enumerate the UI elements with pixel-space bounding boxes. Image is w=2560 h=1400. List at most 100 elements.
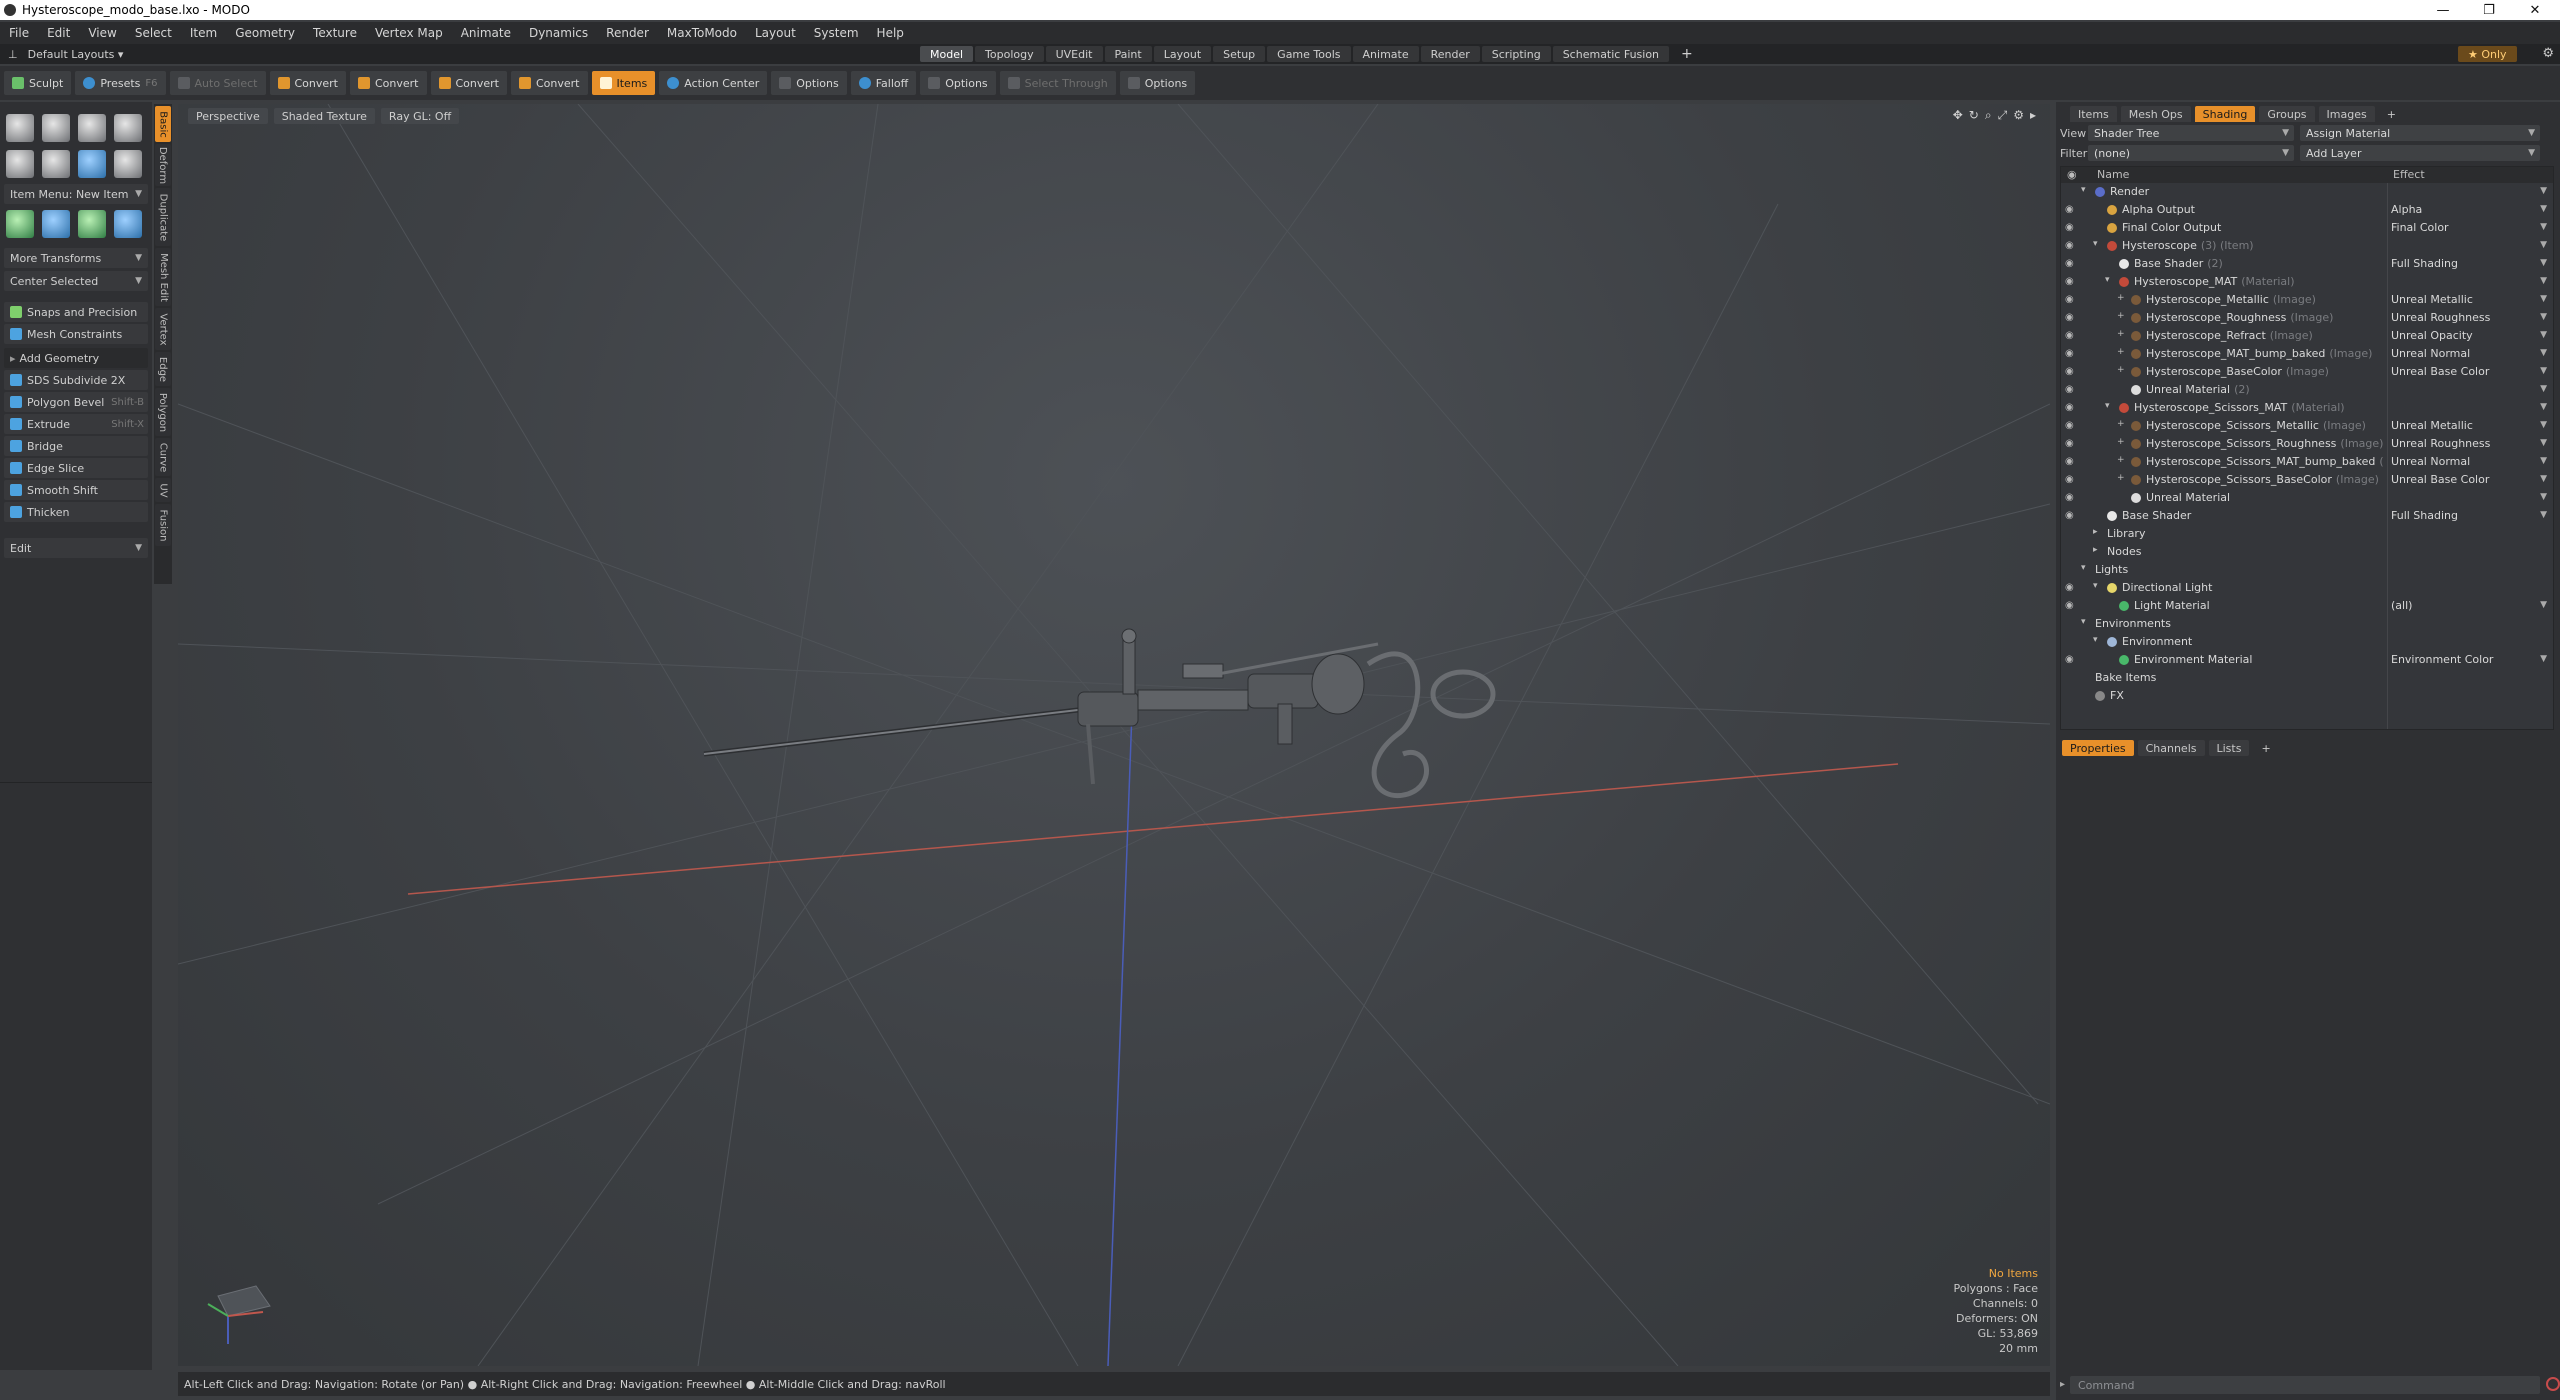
record-icon[interactable] [2546,1377,2560,1391]
tab-properties[interactable]: Properties [2062,740,2134,756]
visibility-eye-icon[interactable]: ◉ [2065,384,2074,395]
visibility-eye-icon[interactable]: ◉ [2065,492,2074,503]
convert-edges-button[interactable]: Convert [350,71,427,95]
restore-button[interactable]: ❐ [2466,0,2512,20]
tab-paint[interactable]: Paint [1104,46,1152,62]
effect-chevron-icon[interactable]: ▼ [2540,258,2547,268]
falloff-options-button[interactable]: Options [920,71,996,95]
menu-system[interactable]: System [805,26,868,40]
auto-select-button[interactable]: Auto Select [169,71,266,95]
visibility-eye-icon[interactable]: ◉ [2065,474,2074,485]
fit-icon[interactable]: ⤢ [1998,108,2008,123]
effect-dropdown[interactable]: (all) [2391,599,2412,612]
expand-toggle-icon[interactable]: + [2117,347,2125,357]
expand-toggle-icon[interactable]: ▾ [2093,581,2098,591]
tool-polygon-bevel[interactable]: Polygon Bevel Shift-B [4,392,148,412]
toroid-primitive-icon[interactable] [42,150,70,178]
tab-animate[interactable]: Animate [1352,46,1419,62]
shader-tree-row[interactable]: ◉ Environment Material Environment Color ▼ [2061,651,2553,669]
visibility-eye-icon[interactable]: ◉ [2065,240,2074,251]
tab-shading[interactable]: Shading [2194,106,2256,122]
shader-tree-row[interactable]: ◉ Unreal Material ▼ [2061,489,2553,507]
shader-tree-row[interactable]: ▸ Library [2061,525,2553,543]
close-button[interactable]: ✕ [2512,0,2558,20]
items-mode-button[interactable]: Items [591,71,656,95]
shader-tree-row[interactable]: ◉ + Hysteroscope_Roughness (Image) Unreal Ro… [2061,309,2553,327]
effect-dropdown[interactable]: Unreal Opacity [2391,329,2473,342]
visibility-eye-icon[interactable]: ◉ [2065,330,2074,341]
gear-icon[interactable]: ⚙ [2542,46,2554,61]
menu-select[interactable]: Select [126,26,181,40]
expand-toggle-icon[interactable]: ▾ [2081,563,2086,573]
shader-tree-row[interactable]: ◉ Final Color Output Final Color ▼ [2061,219,2553,237]
shader-tree-row[interactable]: ▾ Environment [2061,633,2553,651]
expand-toggle-icon[interactable]: ▾ [2105,275,2110,285]
vtab-mesh-edit[interactable]: Mesh Edit [155,248,171,306]
pen-tool-icon[interactable] [78,150,106,178]
shader-tree-row[interactable]: ▾ Render ▼ [2061,183,2553,201]
expand-toggle-icon[interactable]: ▸ [2093,545,2098,555]
assign-material-dropdown[interactable]: Assign Material ▼ [2300,125,2540,141]
expand-toggle-icon[interactable]: + [2117,293,2125,303]
effect-dropdown[interactable]: Full Shading [2391,257,2458,270]
effect-chevron-icon[interactable]: ▼ [2540,402,2547,412]
action-center-options-button[interactable]: Options [771,71,847,95]
action-center-button[interactable]: Action Center [659,71,768,95]
expand-toggle-icon[interactable]: + [2117,455,2125,465]
effect-dropdown[interactable]: Unreal Metallic [2391,419,2473,432]
tab-images[interactable]: Images [2318,106,2375,122]
select-options-button[interactable]: Options [1119,71,1196,95]
shader-tree-row[interactable]: ◉ Base Shader (2) Full Shading ▼ [2061,255,2553,273]
effect-chevron-icon[interactable]: ▼ [2540,420,2547,430]
edit-dropdown[interactable]: Edit ▼ [4,538,148,558]
tab-channels[interactable]: Channels [2137,740,2205,756]
shader-tree-row[interactable]: FX [2061,687,2553,705]
command-input[interactable]: Command [2070,1376,2540,1394]
default-layouts-dropdown[interactable]: Default Layouts ▾ [28,48,124,61]
expand-toggle-icon[interactable]: ▾ [2081,185,2086,195]
tool-edge-slice[interactable]: Edge Slice [4,458,148,478]
tab-lists[interactable]: Lists [2208,740,2250,756]
effect-chevron-icon[interactable]: ▼ [2540,204,2547,214]
convert-polygons-button[interactable]: Convert [430,71,507,95]
shader-tree-row[interactable]: ◉ + Hysteroscope_Scissors_MAT_bump_baked(U… [2061,453,2553,471]
visibility-eye-icon[interactable]: ◉ [2065,510,2074,521]
visibility-eye-icon[interactable]: ◉ [2065,276,2074,287]
vtab-polygon[interactable]: Polygon [155,388,171,436]
shading-mode-dropdown[interactable]: Shaded Texture [273,108,375,124]
rotate-tool-icon[interactable] [78,210,106,238]
add-geometry-header[interactable]: ▸ Add Geometry [4,348,148,368]
tool-sds-subdivide[interactable]: SDS Subdivide 2X [4,370,148,390]
tab-schematic-fusion[interactable]: Schematic Fusion [1552,46,1670,62]
effect-dropdown[interactable]: Unreal Base Color [2391,365,2489,378]
falloff-button[interactable]: Falloff [850,71,917,95]
more-transforms-dropdown[interactable]: More Transforms ▼ [4,248,148,268]
add-panel-tab-button[interactable]: + [2379,106,2404,122]
menu-dynamics[interactable]: Dynamics [520,26,597,40]
vtab-deform[interactable]: Deform [155,144,171,186]
shader-tree-row[interactable]: ◉ + Hysteroscope_Metallic (Image) Unreal Met… [2061,291,2553,309]
effect-column-header[interactable]: Effect [2393,168,2425,181]
shader-tree-row[interactable]: ◉ Light Material (all) ▼ [2061,597,2553,615]
effect-chevron-icon[interactable]: ▼ [2540,276,2547,286]
center-selected-dropdown[interactable]: Center Selected ▼ [4,271,148,291]
effect-dropdown[interactable]: Unreal Normal [2391,347,2470,360]
vtab-duplicate[interactable]: Duplicate [155,188,171,246]
menu-help[interactable]: Help [868,26,913,40]
vtab-curve[interactable]: Curve [155,438,171,476]
only-toggle[interactable]: ★ Only [2458,46,2517,62]
tab-scripting[interactable]: Scripting [1481,46,1551,62]
tab-model[interactable]: Model [920,46,974,62]
shader-tree-row[interactable]: ◉ + Hysteroscope_Scissors_Metallic (Image) U… [2061,417,2553,435]
expand-toggle-icon[interactable]: ▾ [2093,635,2098,645]
effect-dropdown[interactable]: Alpha [2391,203,2422,216]
tab-setup[interactable]: Setup [1213,46,1266,62]
viewport-menu-icon[interactable]: ▸ [2030,108,2036,123]
shader-tree-row[interactable]: ▾ Environments [2061,615,2553,633]
transform-tool-icon[interactable] [6,210,34,238]
effect-dropdown[interactable]: Unreal Base Color [2391,473,2489,486]
expand-toggle-icon[interactable]: + [2117,419,2125,429]
effect-dropdown[interactable]: Environment Color [2391,653,2493,666]
tool-extrude[interactable]: Extrude Shift-X [4,414,148,434]
expand-toggle-icon[interactable]: + [2117,365,2125,375]
